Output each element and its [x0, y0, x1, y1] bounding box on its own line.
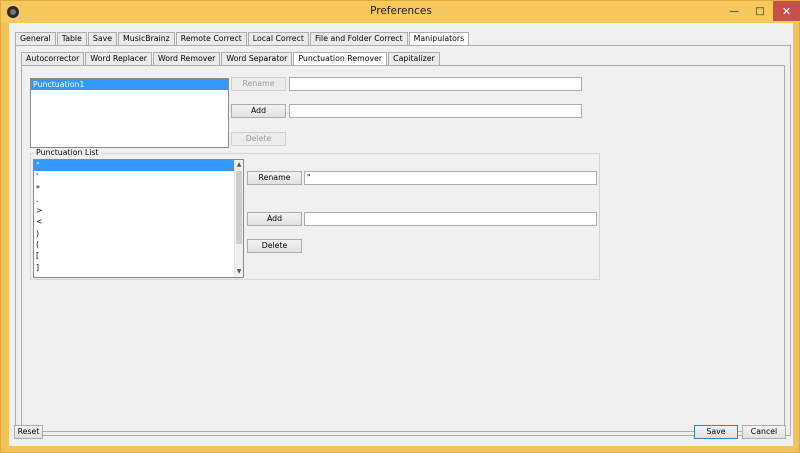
maximize-icon[interactable]: □ [747, 1, 773, 21]
list-item[interactable]: ] [34, 262, 243, 273]
tab-word-separator[interactable]: Word Separator [221, 52, 293, 65]
tab-remote-correct[interactable]: Remote Correct [175, 32, 247, 45]
delete-punctuation-button[interactable]: Delete [247, 239, 302, 253]
tab-musicbrainz[interactable]: MusicBrainz [118, 32, 175, 45]
add-set-field[interactable] [289, 104, 582, 118]
list-item[interactable]: < [34, 216, 243, 227]
tab-file-folder-correct[interactable]: File and Folder Correct [309, 32, 408, 45]
list-item[interactable]: > [34, 205, 243, 216]
scroll-down-icon[interactable]: ▼ [235, 267, 243, 277]
list-item[interactable]: ) [34, 228, 243, 239]
punctuation-list-title: Punctuation List [34, 148, 101, 158]
cancel-button[interactable]: Cancel [742, 425, 786, 439]
list-item[interactable]: Punctuation1 [31, 79, 228, 91]
list-item[interactable]: [ [34, 250, 243, 261]
tab-punctuation-remover[interactable]: Punctuation Remover [293, 52, 388, 66]
rename-set-field[interactable] [289, 77, 582, 91]
tab-word-remover[interactable]: Word Remover [152, 52, 221, 65]
rename-punctuation-button[interactable]: Rename [247, 171, 302, 185]
list-scrollbar[interactable]: ▲ ▼ [234, 160, 243, 277]
rename-set-button[interactable]: Rename [231, 77, 286, 91]
sub-tab-bar: Autocorrector Word Replacer Word Remover… [21, 52, 441, 66]
add-punctuation-button[interactable]: Add [247, 212, 302, 226]
tab-table[interactable]: Table [56, 32, 87, 45]
preferences-window: Preferences — □ ✕ General Table Save Mus… [0, 0, 800, 453]
tab-save[interactable]: Save [87, 32, 118, 45]
main-tab-bar: General Table Save MusicBrainz Remote Co… [15, 32, 470, 46]
punctuation-set-list[interactable]: Punctuation1 [30, 78, 229, 148]
reset-button[interactable]: Reset [14, 425, 43, 439]
scroll-up-icon[interactable]: ▲ [235, 160, 243, 170]
list-item[interactable]: * [34, 183, 243, 194]
add-punctuation-field[interactable] [304, 212, 597, 226]
minimize-icon[interactable]: — [721, 1, 747, 21]
tab-manipulators[interactable]: Manipulators [408, 32, 470, 46]
punctuation-list[interactable]: " ' * . > < ) ( [ ] ▲ ▼ [33, 159, 244, 278]
scroll-thumb[interactable] [236, 171, 242, 244]
dialog-body: General Table Save MusicBrainz Remote Co… [9, 23, 793, 446]
save-button[interactable]: Save [694, 425, 738, 439]
tab-word-replacer[interactable]: Word Replacer [85, 52, 152, 65]
title-bar[interactable]: Preferences — □ ✕ [1, 1, 800, 23]
list-item[interactable]: . [34, 194, 243, 205]
window-title: Preferences [370, 5, 432, 17]
tab-general[interactable]: General [15, 32, 56, 45]
add-set-button[interactable]: Add [231, 104, 286, 118]
tab-capitalizer[interactable]: Capitalizer [388, 52, 440, 65]
tab-local-correct[interactable]: Local Correct [247, 32, 309, 45]
list-item[interactable]: " [34, 160, 243, 172]
close-icon[interactable]: ✕ [773, 1, 800, 21]
list-item[interactable]: ( [34, 239, 243, 250]
rename-punctuation-field[interactable]: " [304, 171, 597, 185]
list-item[interactable]: ' [34, 171, 243, 182]
delete-set-button[interactable]: Delete [231, 132, 286, 146]
tab-autocorrector[interactable]: Autocorrector [21, 52, 85, 65]
